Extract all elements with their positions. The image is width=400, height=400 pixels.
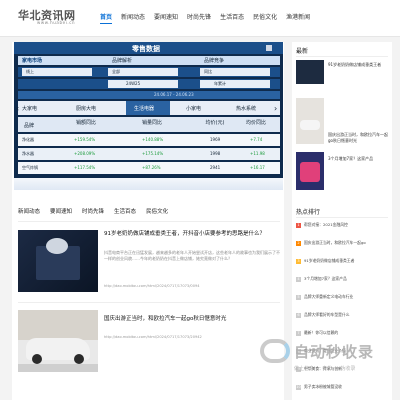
- row1-brand: 净化器: [22, 137, 34, 142]
- nav-culture[interactable]: 民俗文化: [253, 12, 277, 24]
- cat-big: 大家电: [22, 106, 38, 112]
- hot-item-1[interactable]: 1 帮您对接：2021金融风控: [296, 222, 388, 228]
- hot-item-6[interactable]: 6 品牌大师看好的车型是什么: [296, 312, 388, 318]
- watermark-text: 自动秒收录: [294, 343, 375, 361]
- rank-badge: 2: [296, 241, 301, 246]
- hot-item-3[interactable]: 3 91岁老奶奶做店铺成垂类王者: [296, 258, 388, 264]
- hot-item-10[interactable]: 10 男子卖冰粉被城管没收: [296, 384, 388, 390]
- cat-life: 生活电器: [134, 106, 155, 112]
- category-tabs: 新闻动态 要闻速知 时尚先锋 生活百态 民俗文化: [18, 207, 178, 215]
- row1-price: 1969: [210, 137, 221, 142]
- sidebar-item-1-thumbnail[interactable]: [296, 60, 324, 84]
- hot-item-4[interactable]: 4 3个月增加7家？这家产品: [296, 276, 388, 282]
- filter-channel: 线上: [26, 69, 34, 74]
- col-brand: 品牌: [24, 123, 35, 129]
- article-1-title[interactable]: 91岁老奶奶做店铺成垂类王者，开抖音小店要参考的思路是什么？: [104, 231, 280, 238]
- hero-banner[interactable]: 零售数据 家电市场 品牌解析 品牌竞争 线上 全部 同比 24W25 年累计 2…: [14, 42, 283, 190]
- row3-price: 2941: [210, 165, 221, 170]
- nav-port[interactable]: 渔港新闻: [286, 12, 310, 24]
- sidebar-item-1[interactable]: 91岁老奶奶做店铺成垂类王者: [328, 62, 388, 68]
- rank-badge: 1: [296, 223, 301, 228]
- row3-price-yoy: +16.17: [250, 165, 265, 170]
- row2-volume: +175.14%: [142, 151, 164, 156]
- tab-news[interactable]: 新闻动态: [18, 207, 40, 215]
- date-range: 24.06.17 - 24.06.23: [154, 92, 194, 97]
- row2-price-yoy: +11.98: [250, 151, 265, 156]
- row2-brand: 净水器: [22, 151, 34, 156]
- nav-news[interactable]: 新闻动态: [121, 12, 145, 24]
- cat-water: 热水系统: [236, 106, 257, 112]
- filter-scope: 全部: [112, 69, 120, 74]
- site-url: www.huabei.cn: [37, 20, 76, 25]
- sidebar-item-3-thumbnail[interactable]: [296, 152, 324, 190]
- col-sales: 销额同比: [75, 120, 96, 126]
- sidebar-hot-title: 热点排行: [296, 209, 321, 216]
- nav-fashion[interactable]: 时尚先锋: [187, 12, 211, 24]
- row3-sales: +117.54%: [74, 165, 96, 170]
- article-2-thumbnail[interactable]: [18, 310, 98, 372]
- rank-badge: 3: [296, 259, 301, 264]
- tab-headlines[interactable]: 要闻速知: [50, 207, 72, 215]
- main-nav: 首页 新闻动态 要闻速知 时尚先锋 生活百态 民俗文化 渔港新闻: [100, 12, 319, 24]
- filter-compare: 同比: [204, 69, 212, 74]
- row1-price-yoy: +7.74: [250, 137, 263, 142]
- banner-tab-compete: 品牌竞争: [204, 58, 225, 64]
- rank-badge: 4: [296, 277, 301, 282]
- tab-culture[interactable]: 民俗文化: [146, 207, 168, 215]
- col-price-yoy: 均价同比: [245, 120, 266, 126]
- watermark: 自动秒收录 做上信息 一 奏份 一 伪收录: [260, 335, 400, 380]
- sidebar-latest-title: 最新: [296, 48, 309, 55]
- nav-life[interactable]: 生活百态: [220, 12, 244, 24]
- nav-home[interactable]: 首页: [100, 12, 113, 24]
- tab-life[interactable]: 生活百态: [114, 207, 136, 215]
- row1-volume: +140.88%: [142, 137, 164, 142]
- rank-badge: 10: [296, 385, 301, 390]
- sidebar-item-2[interactable]: 国庆出游正当时，和欧拉汽车一起go秋日惬意时光: [328, 132, 388, 144]
- banner-tab-brand: 品牌解析: [112, 58, 133, 64]
- row3-brand: 空气炸锅: [22, 165, 38, 170]
- article-2-url[interactable]: http://dao.mobitou.com/html/2024/0717/17…: [104, 335, 202, 339]
- article-1-desc: 抖音电商平台正在迅猛发展，越来越多的老年人开始尝试开店，这些老年人的故事也为我们…: [104, 250, 280, 261]
- banner-title: 零售数据: [132, 45, 160, 53]
- row2-sales: +208.09%: [74, 151, 96, 156]
- sidebar-item-3[interactable]: 3个月增加7家？这家产品: [328, 156, 388, 162]
- nav-headlines[interactable]: 要闻速知: [154, 12, 178, 24]
- tab-fashion[interactable]: 时尚先锋: [82, 207, 104, 215]
- col-volume: 销量同比: [141, 120, 162, 126]
- banner-next-icon[interactable]: ›: [274, 104, 277, 113]
- hot-item-5[interactable]: 5 品牌大师重新定义电动车行业: [296, 294, 388, 300]
- rank-badge: 6: [296, 313, 301, 318]
- banner-tab-market: 家电市场: [22, 58, 43, 64]
- article-1-thumbnail[interactable]: [18, 230, 98, 292]
- article-1-url[interactable]: http://dao.mobitou.com/html/2024/0717/17…: [104, 284, 200, 288]
- hot-item-2[interactable]: 2 国庆出游正当时，和欧拉汽车一起go: [296, 240, 388, 246]
- site-header: 华北资讯网 www.huabei.cn 首页 新闻动态 要闻速知 时尚先锋 生活…: [0, 0, 400, 37]
- article-2-title[interactable]: 国庆出游正当时，和欧拉汽车一起go秋日惬意时光: [104, 316, 280, 323]
- col-price: 均价(元): [205, 120, 225, 126]
- row3-volume: +87.26%: [142, 165, 161, 170]
- row1-sales: +159.54%: [74, 137, 96, 142]
- filter-period: 年累计: [214, 81, 226, 86]
- watermark-logo-icon: [260, 339, 290, 363]
- row2-price: 1998: [210, 151, 221, 156]
- cat-small: 小家电: [186, 106, 202, 112]
- rank-badge: 5: [296, 295, 301, 300]
- filter-week: 24W25: [126, 81, 141, 86]
- banner-prev-icon[interactable]: ‹: [16, 104, 19, 113]
- cat-kitchen: 厨房大电: [76, 106, 97, 112]
- watermark-subtext: 做上信息 一 奏份 一 伪收录: [294, 366, 356, 372]
- sidebar-item-2-thumbnail[interactable]: [296, 98, 324, 144]
